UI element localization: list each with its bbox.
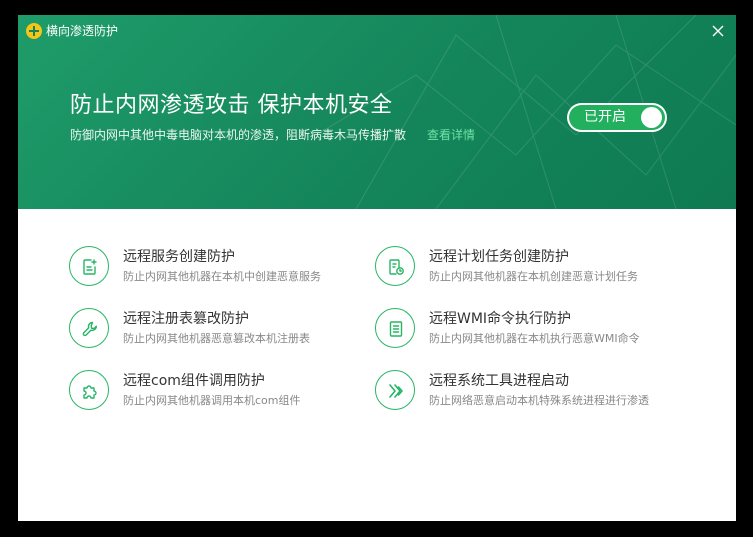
- feature-description: 防止内网其他机器在本机创建恶意计划任务: [429, 270, 638, 283]
- feature-item-scheduled-task[interactable]: 远程计划任务创建防护 防止内网其他机器在本机创建恶意计划任务: [375, 246, 675, 292]
- toggle-track: 已开启: [569, 105, 665, 130]
- feature-item-remote-service[interactable]: 远程服务创建防护 防止内网其他机器在本机中创建恶意服务: [69, 246, 369, 292]
- feature-icon-badge: [69, 246, 109, 286]
- page-description: 防御内网中其他中毒电脑对本机的渗透，阻断病毒木马传播扩散: [70, 128, 407, 142]
- feature-list: 远程服务创建防护 防止内网其他机器在本机中创建恶意服务 远程计划任务创建防护 防…: [18, 209, 736, 521]
- feature-icon-badge: [375, 370, 415, 410]
- protection-toggle[interactable]: 已开启: [567, 103, 667, 132]
- file-edit-icon: [83, 259, 97, 275]
- feature-item-wmi[interactable]: 远程WMI命令执行防护 防止内网其他机器在本机执行恶意WMI命令: [375, 308, 675, 354]
- title-bar: 横向渗透防护: [18, 15, 736, 47]
- feature-item-registry[interactable]: 远程注册表篡改防护 防止内网其他机器恶意篡改本机注册表: [69, 308, 369, 354]
- toggle-knob: [641, 107, 662, 128]
- protection-window: 横向渗透防护 防止内网渗透攻击 保护本机安全 防御内网中其他中毒电脑对本机的渗透…: [18, 15, 736, 521]
- page-title: 防止内网渗透攻击 保护本机安全: [70, 93, 393, 118]
- feature-title: 远程注册表篡改防护: [123, 311, 249, 327]
- schedule-icon: [389, 259, 404, 275]
- feature-title: 远程服务创建防护: [123, 249, 235, 265]
- feature-title: 远程com组件调用防护: [123, 373, 265, 389]
- toggle-label: 已开启: [584, 109, 626, 125]
- window-title: 横向渗透防护: [46, 24, 119, 38]
- feature-title: 远程WMI命令执行防护: [429, 311, 572, 327]
- feature-description: 防止内网其他机器在本机中创建恶意服务: [123, 270, 321, 283]
- feature-item-com[interactable]: 远程com组件调用防护 防止内网其他机器调用本机com组件: [69, 370, 369, 416]
- app-logo-icon: [26, 23, 42, 39]
- document-lines-icon: [389, 321, 403, 337]
- feature-icon-badge: [69, 370, 109, 410]
- feature-item-system-tools[interactable]: 远程系统工具进程启动 防止网络恶意启动本机特殊系统进程进行渗透: [375, 370, 675, 416]
- wrench-icon: [82, 321, 98, 337]
- header-banner: 横向渗透防护 防止内网渗透攻击 保护本机安全 防御内网中其他中毒电脑对本机的渗透…: [18, 15, 736, 209]
- close-icon: [712, 25, 724, 37]
- feature-title: 远程系统工具进程启动: [429, 373, 569, 389]
- close-button[interactable]: [708, 21, 728, 41]
- feature-description: 防止内网其他机器在本机执行恶意WMI命令: [429, 332, 640, 345]
- view-details-link[interactable]: 查看详情: [427, 127, 475, 143]
- puzzle-icon: [83, 385, 97, 399]
- double-chevron-icon: [389, 384, 403, 398]
- feature-description: 防止内网其他机器调用本机com组件: [123, 394, 301, 407]
- feature-description: 防止内网其他机器恶意篡改本机注册表: [123, 332, 310, 345]
- feature-icon-badge: [69, 308, 109, 348]
- feature-icon-badge: [375, 246, 415, 286]
- feature-icon-badge: [375, 308, 415, 348]
- feature-title: 远程计划任务创建防护: [429, 249, 569, 265]
- feature-description: 防止网络恶意启动本机特殊系统进程进行渗透: [429, 394, 649, 407]
